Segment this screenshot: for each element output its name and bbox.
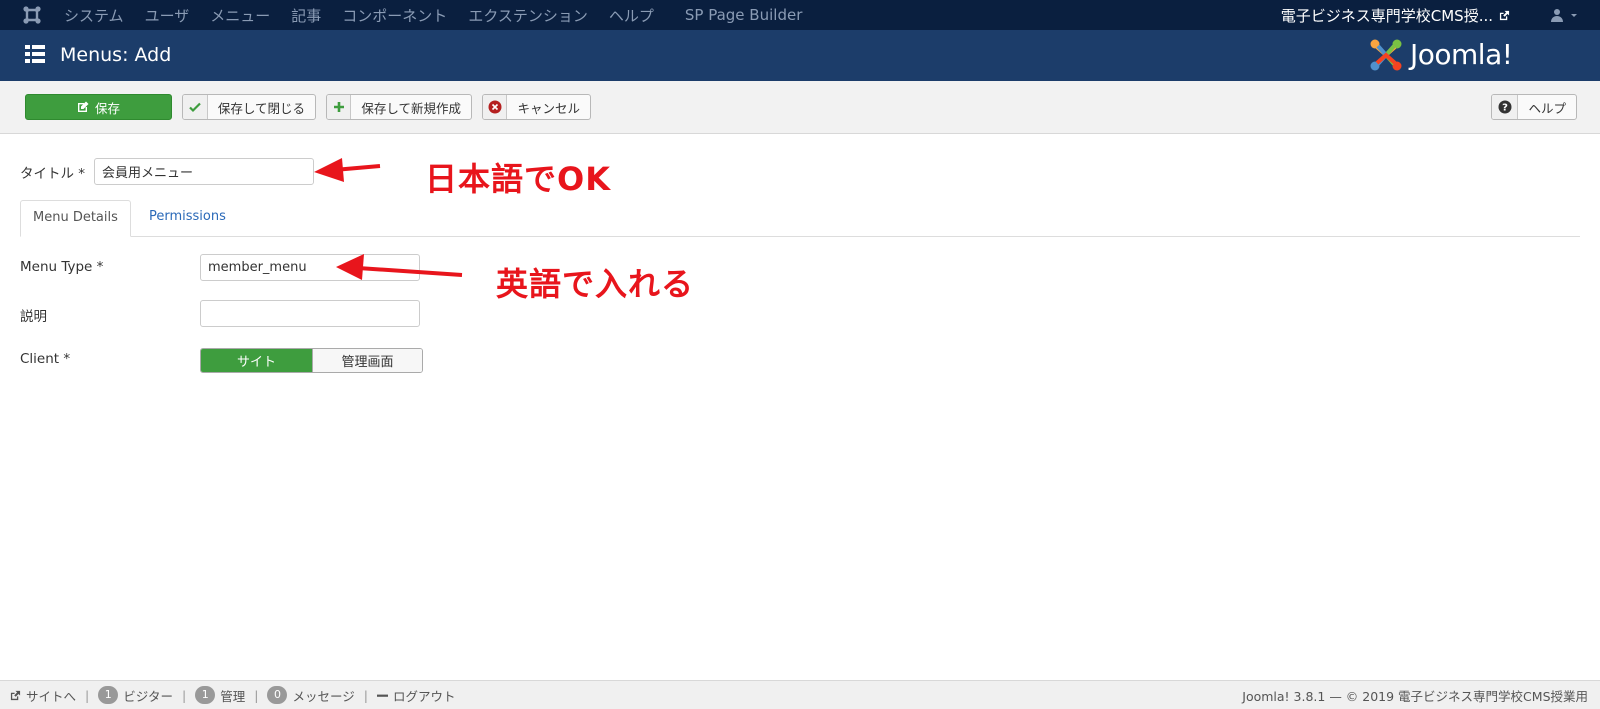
menu-type-input[interactable]	[200, 254, 420, 281]
title-input[interactable]	[94, 158, 314, 185]
client-toggle: サイト 管理画面	[200, 348, 423, 373]
logout-label: ログアウト	[392, 688, 456, 704]
copyright: Joomla! 3.8.1 — © 2019 電子ビジネス専門学校CMS授業用	[1242, 688, 1588, 704]
client-option-admin[interactable]: 管理画面	[312, 349, 422, 372]
tab-menu-details[interactable]: Menu Details	[20, 200, 131, 237]
joomla-logo-icon	[1370, 39, 1402, 71]
edit-icon	[77, 101, 89, 112]
separator: |	[254, 687, 259, 703]
menu-list-icon	[25, 45, 45, 63]
client-label: Client *	[20, 351, 71, 367]
menu-type-label: Menu Type *	[20, 259, 104, 275]
joomla-brand: Joomla!	[1410, 38, 1513, 71]
cancel-label: キャンセル	[517, 100, 580, 116]
messages-label: メッセージ	[292, 688, 355, 704]
view-site-link[interactable]: サイトへ	[10, 686, 76, 705]
question-icon: ?	[1492, 95, 1519, 119]
admins-badge: 1	[195, 686, 216, 704]
save-close-button[interactable]: 保存して閉じる	[182, 94, 316, 120]
external-link-icon	[1499, 10, 1510, 20]
svg-text:?: ?	[1502, 103, 1508, 114]
admins-label: 管理	[220, 688, 246, 704]
messages-indicator[interactable]: 0 メッセージ	[267, 686, 355, 705]
save-new-label: 保存して新規作成	[361, 100, 461, 116]
title-label: タイトル *	[20, 166, 86, 182]
title-arrow	[314, 158, 381, 182]
visitors-badge: 1	[98, 686, 119, 704]
user-menu[interactable]	[1550, 8, 1580, 22]
help-button[interactable]: ? ヘルプ	[1491, 94, 1577, 120]
menu-content[interactable]: 記事	[291, 5, 321, 26]
cancel-circle-icon	[483, 95, 508, 119]
status-bar: サイトへ | 1 ビジター | 1 管理 | 0 メッセージ | ログアウト J…	[0, 680, 1600, 709]
menu-sp-page-builder[interactable]: SP Page Builder	[685, 6, 802, 24]
save-close-label: 保存して閉じる	[217, 100, 305, 116]
client-option-site[interactable]: サイト	[201, 349, 312, 372]
user-icon	[1551, 9, 1563, 22]
site-link[interactable]: 電子ビジネス専門学校CMS授...	[1281, 0, 1510, 30]
menu-menus[interactable]: メニュー	[210, 5, 270, 26]
logout-link[interactable]: ログアウト	[376, 686, 456, 705]
description-input[interactable]	[200, 300, 420, 327]
help-label: ヘルプ	[1528, 100, 1566, 116]
menu-help[interactable]: ヘルプ	[609, 5, 654, 26]
separator: |	[182, 687, 187, 703]
description-label: 説明	[20, 309, 47, 325]
minus-icon	[376, 694, 388, 697]
menu-system[interactable]: システム	[64, 5, 124, 26]
save-label: 保存	[94, 100, 120, 116]
check-icon	[183, 95, 208, 119]
view-site-label: サイトへ	[26, 688, 77, 704]
menu-type-annotation: 英語で入れる	[496, 265, 695, 303]
toolbar: 保存 保存して閉じる 保存して新規作成 キャンセル ? ヘルプ	[0, 81, 1600, 134]
top-navbar: システム ユーザ メニュー 記事 コンポーネント エクステンション ヘルプ SP…	[0, 0, 1600, 30]
menu-extensions[interactable]: エクステンション	[468, 5, 588, 26]
menu-components[interactable]: コンポーネント	[342, 5, 447, 26]
separator: |	[363, 687, 368, 703]
tab-permissions[interactable]: Permissions	[137, 200, 238, 236]
joomla-small-logo-icon[interactable]	[22, 5, 42, 25]
caret-down-icon	[1571, 14, 1577, 17]
tab-bar: Menu Details Permissions	[20, 200, 1580, 237]
save-new-button[interactable]: 保存して新規作成	[326, 94, 472, 120]
external-link-icon	[10, 690, 21, 700]
site-name: 電子ビジネス専門学校CMS授...	[1280, 6, 1493, 25]
messages-badge: 0	[267, 686, 288, 704]
title-annotation: 日本語でOK	[425, 160, 612, 198]
save-button[interactable]: 保存	[25, 94, 172, 120]
separator: |	[85, 687, 90, 703]
page-header: Menus: Add Joomla!	[0, 30, 1600, 81]
cancel-button[interactable]: キャンセル	[482, 94, 591, 120]
page-title: Menus: Add	[60, 44, 172, 66]
main-menu: システム ユーザ メニュー 記事 コンポーネント エクステンション ヘルプ SP…	[64, 0, 823, 30]
plus-icon	[327, 95, 352, 119]
admins-indicator[interactable]: 1 管理	[195, 686, 245, 705]
menu-users[interactable]: ユーザ	[145, 5, 190, 26]
visitors-indicator[interactable]: 1 ビジター	[98, 686, 173, 705]
visitors-label: ビジター	[123, 688, 173, 704]
